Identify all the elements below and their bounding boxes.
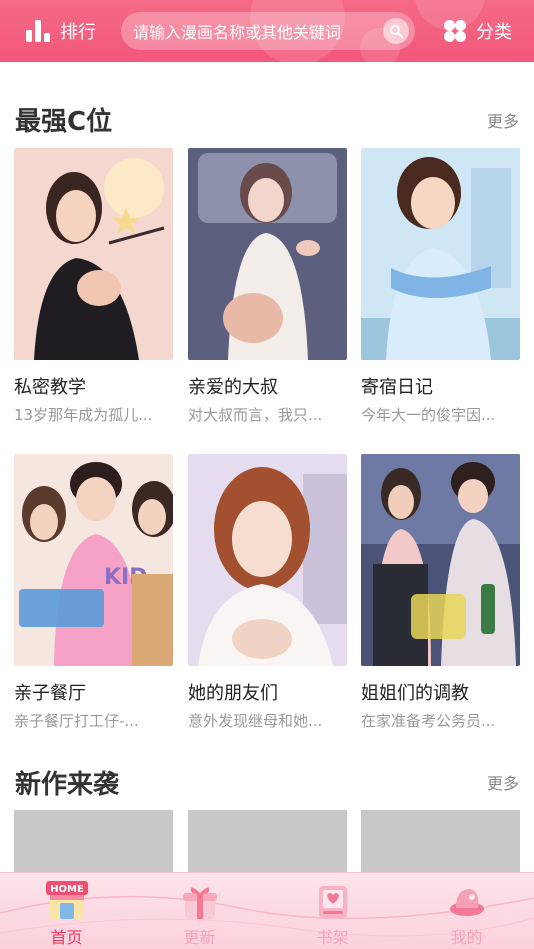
- comic-cover-placeholder[interactable]: [188, 810, 347, 872]
- category-button[interactable]: 分类: [443, 14, 512, 48]
- gift-icon: [183, 887, 217, 919]
- more-link-new[interactable]: 更多: [487, 770, 519, 794]
- comic-cover-placeholder[interactable]: [14, 810, 173, 872]
- nav-mine[interactable]: 我的: [400, 873, 533, 949]
- comic-desc: 13岁那年成为孤儿...: [14, 406, 153, 424]
- comic-card[interactable]: 寄宿日记 今年大一的俊宇因...: [361, 148, 520, 425]
- comic-cover-placeholder[interactable]: [361, 810, 520, 872]
- comic-cover[interactable]: [14, 148, 173, 360]
- comic-desc: 今年大一的俊宇因...: [361, 406, 496, 424]
- section-title-new: 新作来袭: [15, 770, 120, 800]
- comic-title: 她的朋友们: [188, 683, 278, 704]
- search-placeholder: 请输入漫画名称或其他关键词: [133, 23, 342, 42]
- top-bar: 排行 请输入漫画名称或其他关键词 分类: [0, 0, 534, 62]
- home-badge: HOME: [50, 884, 84, 895]
- comic-cover[interactable]: KID: [14, 454, 173, 666]
- comic-cover[interactable]: [188, 454, 347, 666]
- home-icon: HOME: [46, 881, 88, 919]
- comic-desc: 在家准备考公务员...: [361, 712, 496, 730]
- comic-desc: 对大叔而言，我只...: [188, 406, 323, 424]
- comic-title: 亲子餐厅: [14, 683, 86, 704]
- comic-card[interactable]: 姐姐们的调教 在家准备考公务员...: [361, 454, 520, 731]
- more-link-featured[interactable]: 更多: [487, 108, 519, 132]
- comic-cover[interactable]: [361, 454, 520, 666]
- hat-icon: [450, 889, 484, 916]
- section-title-featured: 最强C位: [15, 107, 113, 137]
- comic-card[interactable]: 私密教学 13岁那年成为孤儿...: [14, 148, 173, 425]
- comic-title: 姐姐们的调教: [361, 683, 469, 704]
- comic-card[interactable]: 亲爱的大叔 对大叔而言，我只...: [188, 148, 347, 425]
- comic-desc: 亲子餐厅打工仔-...: [14, 712, 139, 730]
- nav-home[interactable]: HOME 首页: [0, 873, 133, 949]
- search-input[interactable]: 请输入漫画名称或其他关键词: [121, 12, 415, 50]
- nav-label: 我的: [450, 928, 483, 947]
- comic-cover[interactable]: [188, 148, 347, 360]
- comic-title: 寄宿日记: [361, 377, 433, 398]
- book-icon: [319, 886, 347, 918]
- nav-label: 书架: [316, 928, 349, 947]
- search-icon[interactable]: [383, 18, 409, 44]
- nav-label: 更新: [183, 928, 216, 947]
- nav-bookshelf[interactable]: 书架: [266, 873, 399, 949]
- comic-card[interactable]: KID 亲子餐厅 亲子餐厅打工仔-...: [14, 454, 173, 731]
- comic-card[interactable]: 她的朋友们 意外发现继母和她...: [188, 454, 347, 731]
- nav-update[interactable]: 更新: [133, 873, 266, 949]
- category-label: 分类: [476, 22, 512, 43]
- comic-cover[interactable]: [361, 148, 520, 360]
- category-icon: [444, 20, 466, 42]
- rank-icon: [26, 20, 50, 42]
- comic-title: 私密教学: [14, 377, 86, 398]
- comic-title: 亲爱的大叔: [188, 377, 278, 398]
- nav-label: 首页: [50, 928, 83, 947]
- comic-desc: 意外发现继母和她...: [188, 712, 323, 730]
- rank-label: 排行: [60, 22, 96, 43]
- rank-button[interactable]: 排行: [24, 14, 96, 48]
- bottom-nav: HOME 首页 更新 书架 我的: [0, 872, 534, 949]
